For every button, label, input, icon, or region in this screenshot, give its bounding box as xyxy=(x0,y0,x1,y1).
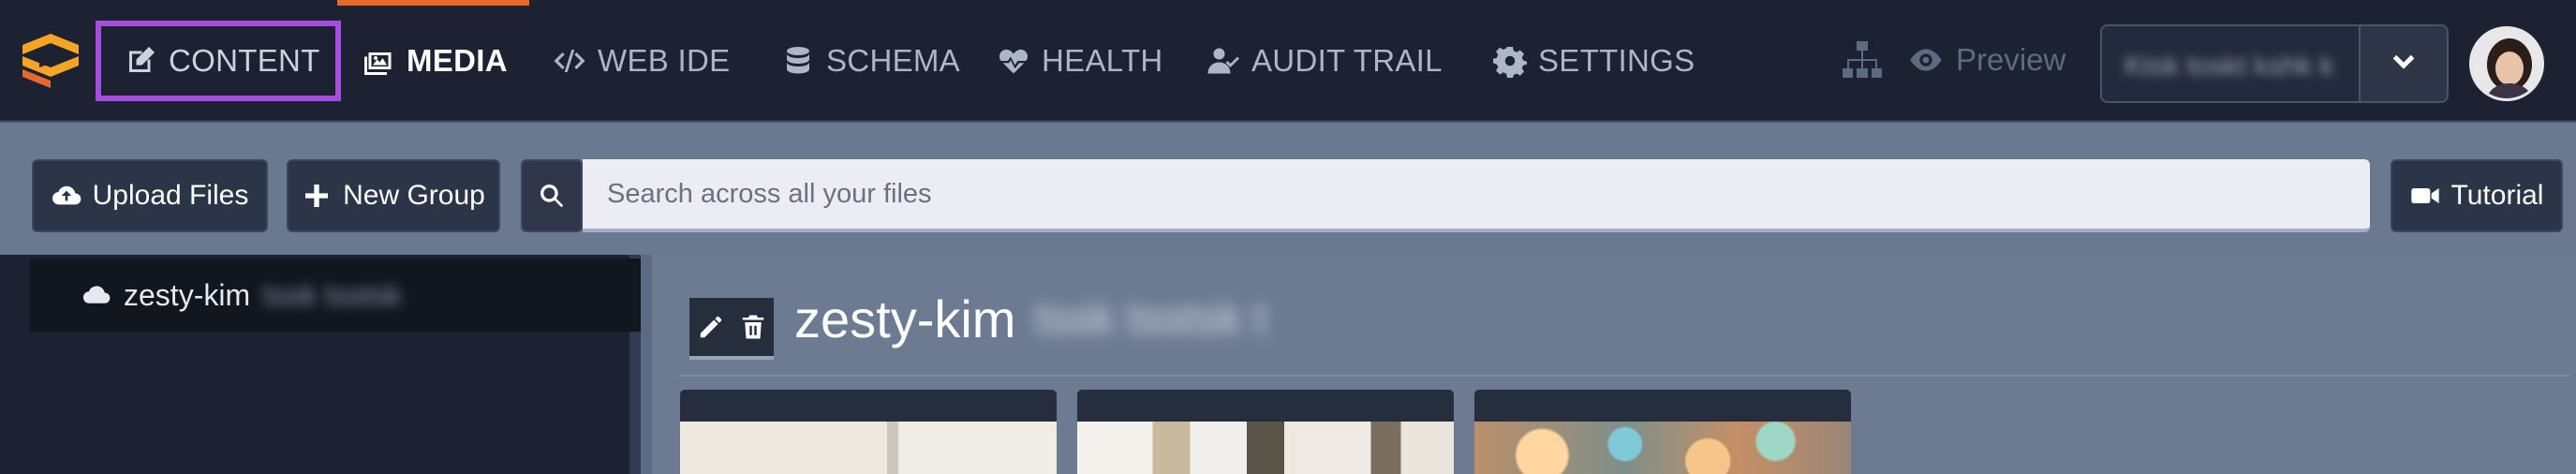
instance-name: Ktsk toskt kshk k xyxy=(2124,51,2334,81)
media-sidebar: zesty-kim tssk tsstsk xyxy=(0,255,641,474)
heartbeat-icon xyxy=(999,49,1028,74)
search-input[interactable] xyxy=(583,159,2370,232)
search-icon xyxy=(540,185,564,208)
nav-label: HEALTH xyxy=(1042,43,1163,78)
nav-label: WEB IDE xyxy=(598,43,731,78)
tutorial-button[interactable]: Tutorial xyxy=(2391,159,2563,232)
media-file-card[interactable] xyxy=(1077,390,1454,474)
nav-audit-trail-tab[interactable]: AUDIT TRAIL xyxy=(1207,21,1443,101)
new-group-label: New Group xyxy=(343,180,485,211)
plus-icon xyxy=(305,185,329,207)
nav-web-ide-tab[interactable]: WEB IDE xyxy=(553,21,730,101)
nav-label: AUDIT TRAIL xyxy=(1251,43,1443,78)
instance-selector[interactable]: Ktsk toskt kshk k xyxy=(2100,24,2449,103)
nav-health-tab[interactable]: HEALTH xyxy=(997,21,1163,101)
title-divider xyxy=(678,375,2570,377)
top-navigation-bar: CONTENT MEDIA WEB IDE SCHEMA HEALTH AUDI… xyxy=(0,0,2576,122)
nav-media-tab[interactable]: MEDIA xyxy=(362,21,508,101)
search-button[interactable] xyxy=(521,159,583,232)
group-title-text: zesty-kim xyxy=(794,289,1016,348)
user-check-icon xyxy=(1207,48,1239,74)
media-file-card[interactable] xyxy=(1474,390,1851,474)
media-thumbnail xyxy=(680,422,1057,474)
cloud-upload-icon xyxy=(52,185,81,205)
group-title-blurred-suffix: tssk tsstsk t xyxy=(1034,294,1267,344)
active-tab-indicator xyxy=(337,0,529,6)
gear-icon xyxy=(1493,47,1527,78)
video-camera-icon xyxy=(2410,188,2439,203)
group-tools xyxy=(689,298,774,360)
trash-icon[interactable] xyxy=(739,313,767,341)
media-file-card[interactable] xyxy=(680,390,1057,474)
nav-schema-tab[interactable]: SCHEMA xyxy=(781,21,960,101)
instance-dropdown-button[interactable] xyxy=(2359,26,2447,101)
eye-icon xyxy=(1910,49,1942,71)
media-thumbnail xyxy=(1474,422,1851,474)
sidebar-item-bin[interactable]: zesty-kim tssk tsstsk xyxy=(30,259,641,332)
nav-settings-tab[interactable]: SETTINGS xyxy=(1493,21,1695,101)
upload-files-button[interactable]: Upload Files xyxy=(32,159,268,232)
zesty-logo-icon[interactable] xyxy=(17,32,82,90)
user-avatar[interactable] xyxy=(2469,26,2544,101)
sidebar-item-blurred-suffix: tssk tsstsk xyxy=(263,277,402,312)
code-icon xyxy=(554,50,585,72)
nav-label: SCHEMA xyxy=(826,43,960,78)
nav-label: CONTENT xyxy=(169,43,320,78)
nav-content-tab[interactable]: CONTENT xyxy=(96,21,341,101)
nav-label: MEDIA xyxy=(407,43,508,78)
preview-link[interactable]: Preview xyxy=(1907,34,2065,86)
database-icon xyxy=(787,47,809,74)
tutorial-label: Tutorial xyxy=(2450,180,2544,211)
nav-label: SETTINGS xyxy=(1538,43,1695,78)
chevron-down-icon xyxy=(2392,54,2415,69)
group-title: zesty-kim tssk tsstsk t xyxy=(794,289,1266,349)
sidebar-item-label: zesty-kim xyxy=(124,277,251,312)
media-thumbnail xyxy=(1077,422,1454,474)
pencil-icon[interactable] xyxy=(697,313,725,341)
edit-icon xyxy=(129,47,155,72)
cloud-icon xyxy=(82,286,111,304)
preview-label: Preview xyxy=(1956,42,2066,77)
sitemap-icon[interactable] xyxy=(1842,36,1883,84)
new-group-button[interactable]: New Group xyxy=(287,159,500,232)
upload-files-label: Upload Files xyxy=(92,180,249,211)
image-icon xyxy=(364,52,392,75)
